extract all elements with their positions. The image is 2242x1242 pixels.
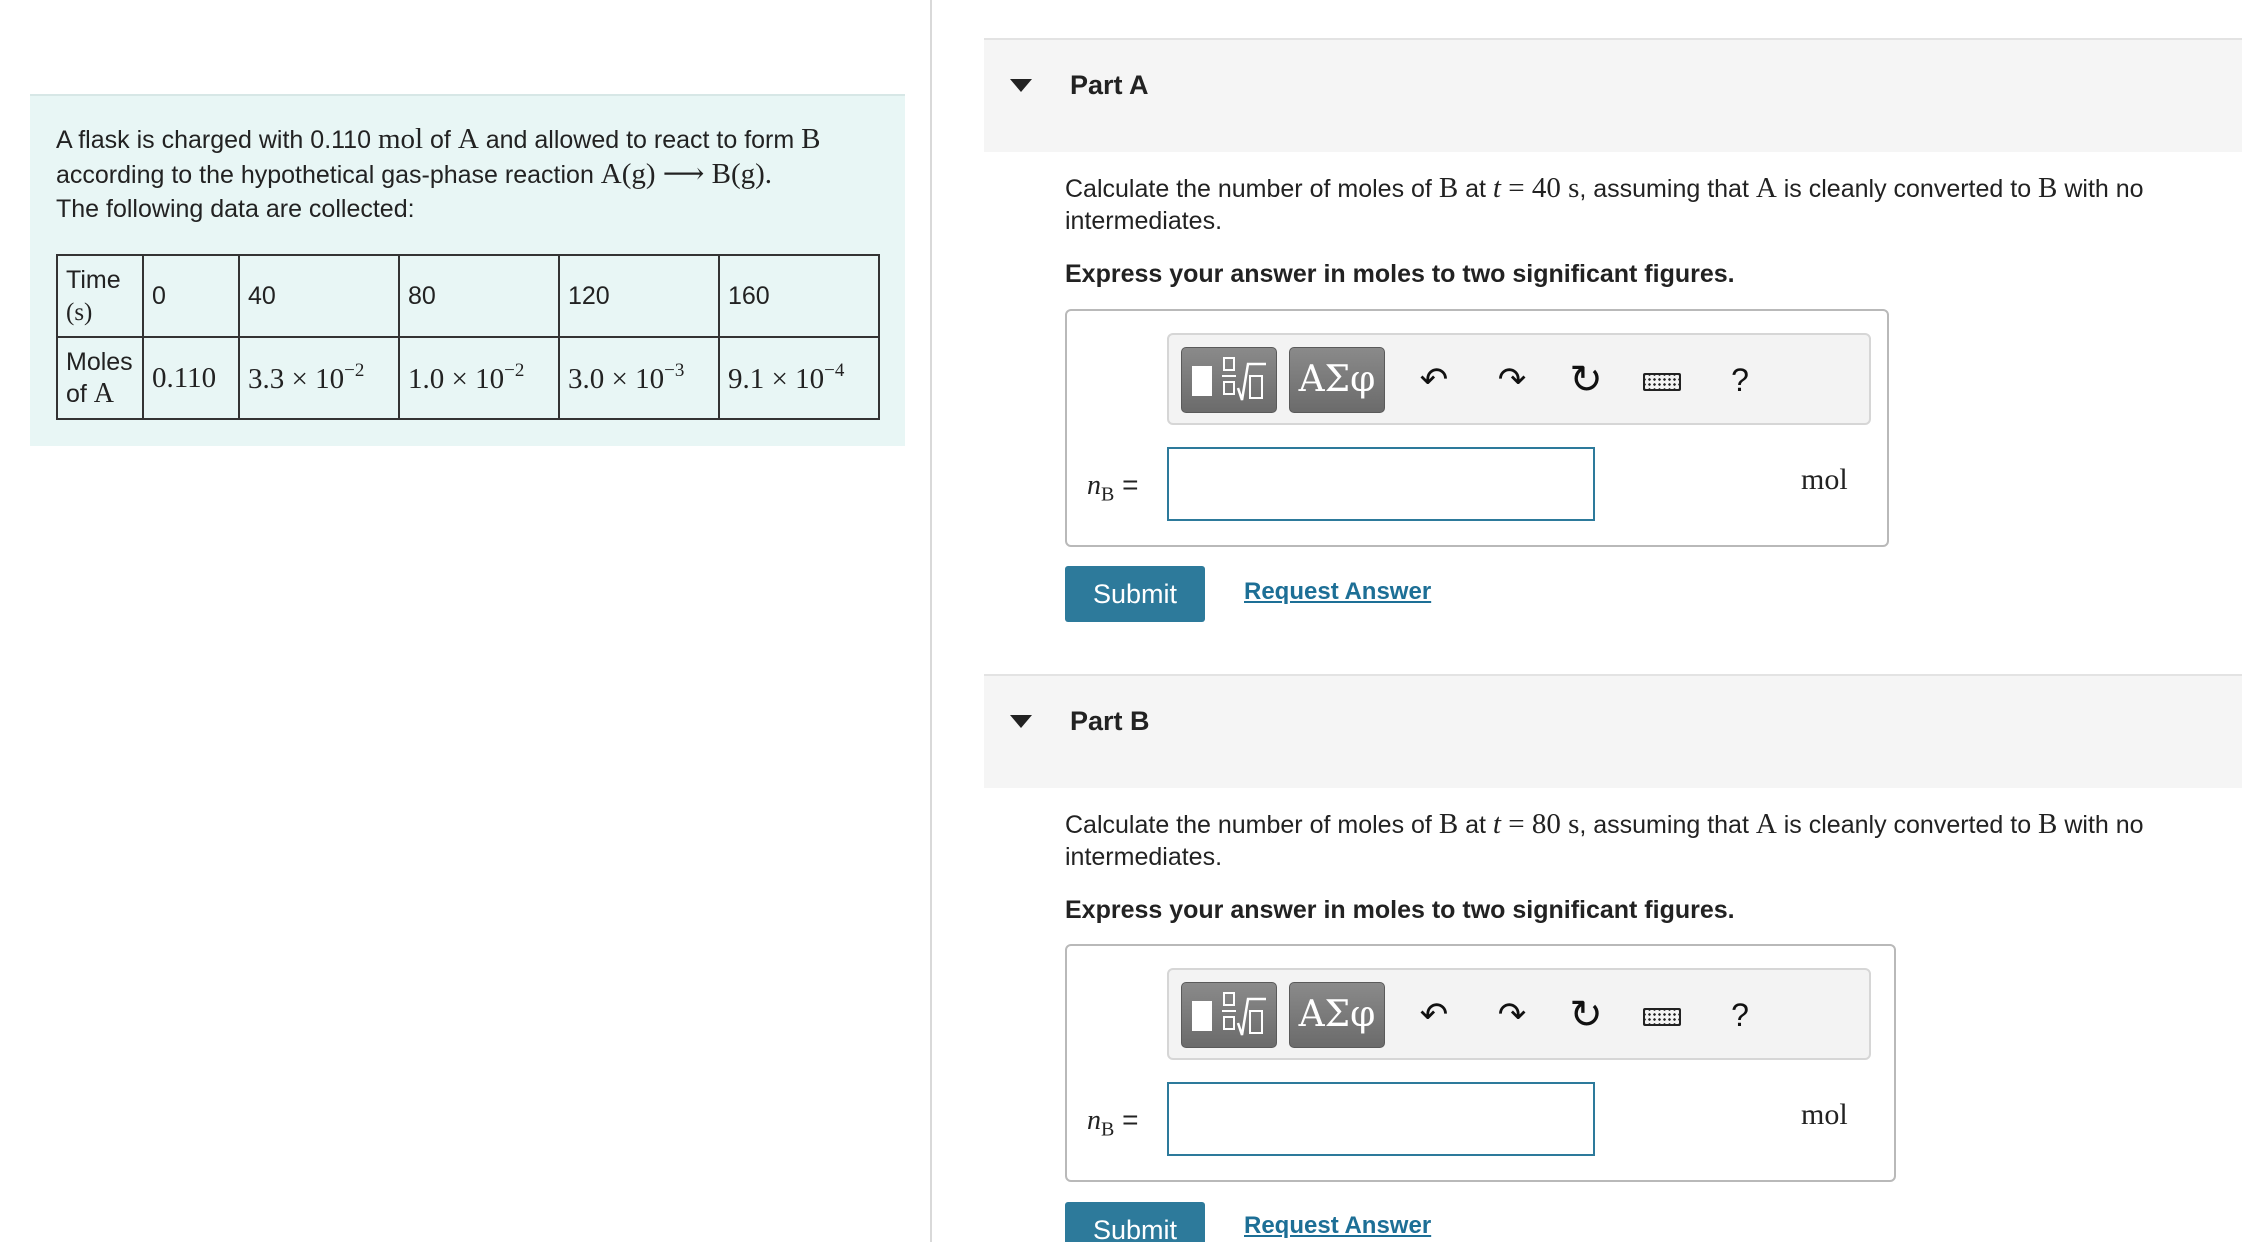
table-cell-time: 40: [238, 254, 400, 338]
math-toolbar: ΑΣφ ↶ ↷ ↻ ?: [1167, 968, 1871, 1060]
templates-button[interactable]: [1181, 982, 1277, 1048]
redo-icon[interactable]: ↷: [1487, 353, 1537, 407]
problem-pane: A flask is charged with 0.110 mol of A a…: [0, 0, 932, 1242]
part-b-instruction: Express your answer in moles to two sign…: [1065, 896, 1735, 924]
table-cell-time: 120: [558, 254, 720, 338]
parts-pane: Part A Calculate the number of moles of …: [934, 0, 2242, 1242]
reset-icon[interactable]: ↻: [1561, 988, 1611, 1042]
data-table: Time (s) 0 40 80 120 160 Moles of A 0.110 …: [56, 254, 880, 420]
table-cell-moles: 0.110: [142, 336, 240, 420]
part-b-answer-input[interactable]: [1167, 1082, 1595, 1156]
table-cell-time: 160: [718, 254, 880, 338]
greek-symbols-button[interactable]: ΑΣφ: [1289, 982, 1385, 1048]
math-toolbar: ΑΣφ ↶ ↷ ↻ ?: [1167, 333, 1871, 425]
undo-icon[interactable]: ↶: [1409, 353, 1459, 407]
table-cell-moles: 1.0 × 10−2: [398, 336, 560, 420]
help-icon[interactable]: ?: [1715, 988, 1765, 1042]
help-icon[interactable]: ?: [1715, 353, 1765, 407]
reset-icon[interactable]: ↻: [1561, 353, 1611, 407]
table-row-moles: Moles of A 0.110 3.3 × 10−2 1.0 × 10−2 3.…: [56, 336, 880, 420]
answer-variable-label: nB =: [1087, 1104, 1139, 1141]
part-b-request-answer-link[interactable]: Request Answer: [1244, 1212, 1431, 1240]
part-a-answer-input[interactable]: [1167, 447, 1595, 521]
table-cell-moles: 9.1 × 10−4: [718, 336, 880, 420]
collapse-caret-icon[interactable]: [1010, 79, 1032, 92]
table-header-moles: Moles of A: [56, 336, 144, 420]
table-cell-time: 80: [398, 254, 560, 338]
table-row-time: Time (s) 0 40 80 120 160: [56, 254, 880, 338]
answer-unit: mol: [1801, 463, 1848, 496]
sqrt-fraction-icon: [1222, 992, 1266, 1036]
table-cell-moles: 3.0 × 10−3: [558, 336, 720, 420]
undo-icon[interactable]: ↶: [1409, 988, 1459, 1042]
table-cell-moles: 3.3 × 10−2: [238, 336, 400, 420]
table-cell-time: 0: [142, 254, 240, 338]
collapse-caret-icon[interactable]: [1010, 715, 1032, 728]
part-a-header[interactable]: [984, 38, 2242, 152]
table-header-time: Time (s): [56, 254, 144, 338]
greek-symbols-button[interactable]: ΑΣφ: [1289, 347, 1385, 413]
part-a-request-answer-link[interactable]: Request Answer: [1244, 578, 1431, 606]
keyboard-icon[interactable]: [1637, 988, 1687, 1042]
part-a-answer-box: ΑΣφ ↶ ↷ ↻ ? nB = mol: [1065, 309, 1889, 547]
problem-intro-text: A flask is charged with 0.110 mol of A a…: [56, 123, 821, 223]
part-b-answer-box: ΑΣφ ↶ ↷ ↻ ? nB = mol: [1065, 944, 1896, 1182]
part-a-submit-button[interactable]: Submit: [1065, 566, 1205, 622]
part-a-instruction: Express your answer in moles to two sign…: [1065, 260, 1735, 288]
part-b-submit-button[interactable]: Submit: [1065, 1202, 1205, 1242]
part-a-question: Calculate the number of moles of B at t …: [1065, 172, 2144, 235]
keyboard-icon[interactable]: [1637, 353, 1687, 407]
part-b-title: Part B: [1070, 706, 1150, 736]
templates-icon: [1192, 366, 1212, 396]
part-a-title: Part A: [1070, 70, 1149, 100]
answer-variable-label: nB =: [1087, 469, 1139, 506]
templates-button[interactable]: [1181, 347, 1277, 413]
sqrt-fraction-icon: [1222, 357, 1266, 401]
templates-icon: [1192, 1001, 1212, 1031]
problem-intro-box: A flask is charged with 0.110 mol of A a…: [30, 94, 905, 446]
part-b-header[interactable]: [984, 674, 2242, 788]
part-b-question: Calculate the number of moles of B at t …: [1065, 808, 2144, 871]
redo-icon[interactable]: ↷: [1487, 988, 1537, 1042]
answer-unit: mol: [1801, 1098, 1848, 1131]
